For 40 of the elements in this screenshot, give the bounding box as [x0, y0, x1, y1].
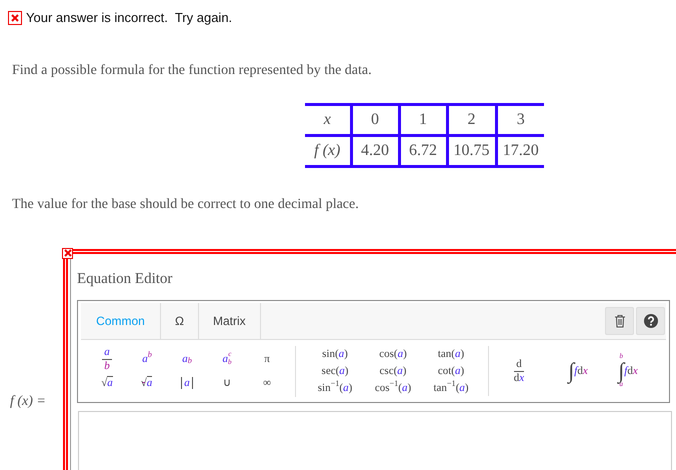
feedback-message: Your answer is incorrect. Try again.: [26, 9, 232, 27]
math-template-button[interactable]: π: [253, 347, 281, 371]
math-template-button[interactable]: tan(a): [426, 346, 476, 362]
table-cell: 6.72: [399, 135, 447, 166]
math-template-button[interactable]: cos$^{−1}$(a): [368, 380, 418, 396]
editor-tab[interactable]: Ω: [161, 303, 199, 339]
math-template-button[interactable]: sec(a): [310, 362, 360, 380]
math-template-button[interactable]: cos(a): [368, 346, 418, 362]
help-icon: [644, 314, 658, 328]
math-template-button[interactable]: a$_{b}$: [173, 347, 201, 371]
math-template-button[interactable]: d dx: [505, 346, 533, 396]
table-cell: 1: [399, 104, 447, 135]
math-template-button[interactable]: ∞: [253, 371, 281, 395]
table-cell: 17.20: [496, 135, 544, 166]
math-template-button[interactable]: ∪: [213, 371, 241, 395]
help-button[interactable]: [636, 307, 665, 335]
table-header-cell: f (x): [305, 135, 351, 166]
trash-icon: [614, 314, 626, 328]
editor-tab[interactable]: Matrix: [198, 303, 261, 339]
math-template-button[interactable]: √a: [133, 371, 161, 395]
math-template-button[interactable]: cot(a): [426, 362, 476, 380]
table-header-cell: x: [305, 104, 351, 135]
math-template-button[interactable]: sin(a): [310, 346, 360, 362]
math-template-button[interactable]: csc(a): [368, 362, 418, 380]
question-text: Find a possible formula for the function represented by the data.: [11, 62, 373, 80]
answer-label: f (x) =: [10, 394, 46, 408]
math-template-button[interactable]: tan$^{−1}$(a): [426, 380, 476, 396]
table-cell: 3: [496, 104, 544, 135]
editor-title: Equation Editor: [77, 270, 172, 286]
math-template-button[interactable]: a$^{b}$: [133, 347, 161, 371]
instruction-text: The value for the base should be correct to one decimal place.: [11, 196, 360, 214]
table-cell: 4.20: [351, 135, 399, 166]
delete-button[interactable]: [605, 307, 634, 335]
math-template-button[interactable]: a b: [93, 347, 121, 371]
math-template-button[interactable]: √a: [93, 371, 121, 395]
math-template-button[interactable]: a: [173, 371, 201, 395]
table-cell: 10.75: [447, 135, 496, 166]
math-template-button[interactable]: sin$^{−1}$(a): [310, 380, 360, 396]
table-cell: 2: [447, 104, 496, 135]
table-cell: 0: [351, 104, 399, 135]
